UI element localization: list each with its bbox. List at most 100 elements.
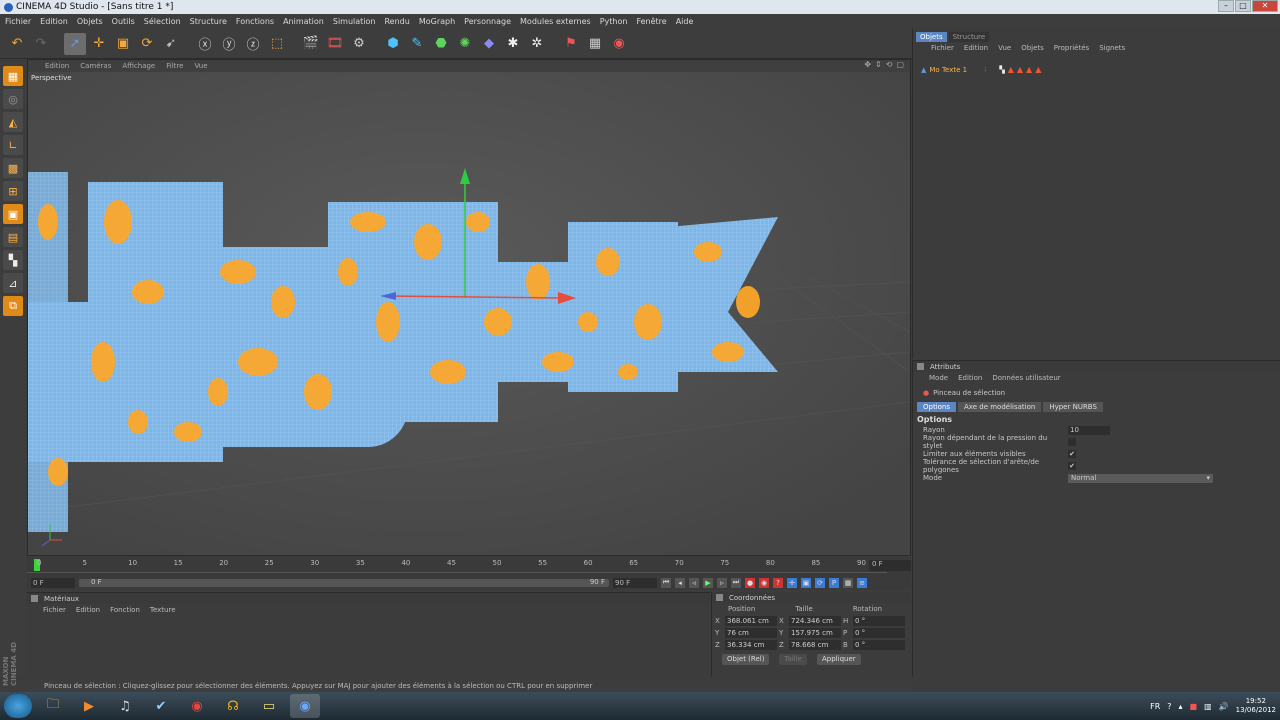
warning-tag-icon[interactable]: ▲ xyxy=(1008,65,1014,74)
workplane-icon[interactable]: ⊿ xyxy=(3,273,23,293)
rotation-b-field[interactable]: 0 ° xyxy=(853,640,905,650)
mode-dropdown[interactable]: Normal ▾ xyxy=(1068,473,1213,483)
object-row-mo-texte[interactable]: ▲ Mo Texte 1 ⁝ ▚ ▲ ▲ ▲ ▲ xyxy=(921,65,1041,74)
visibility-dots-icon[interactable]: ⁝ xyxy=(984,66,986,74)
objects-menu-vue[interactable]: Vue xyxy=(998,44,1011,52)
warning-tag-icon[interactable]: ▲ xyxy=(1035,65,1041,74)
check-app-icon[interactable]: ✔ xyxy=(146,694,176,718)
rotate-icon[interactable]: ⟳ xyxy=(136,33,158,55)
network-icon[interactable]: ▥ xyxy=(1204,702,1212,711)
objects-menu-objets[interactable]: Objets xyxy=(1021,44,1044,52)
viewport-rotate-icon[interactable]: ⟲ xyxy=(886,60,893,69)
menu-aide[interactable]: Aide xyxy=(676,17,694,26)
render-view-icon[interactable]: 🎬 xyxy=(300,33,322,55)
size-y-field[interactable]: 157.975 cm xyxy=(789,628,841,638)
start-button-icon[interactable] xyxy=(4,694,32,718)
viewport-menu-vue[interactable]: Vue xyxy=(194,62,207,70)
tab-hyper-nurbs[interactable]: Hyper NURBS xyxy=(1043,402,1103,412)
menu-rendu[interactable]: Rendu xyxy=(384,17,409,26)
arrow-up-icon[interactable]: ▴ xyxy=(1179,702,1183,711)
subdivision-icon[interactable]: ⬣ xyxy=(430,33,452,55)
y-axis-icon[interactable]: ⓨ xyxy=(218,33,240,55)
attr-menu-donnees[interactable]: Données utilisateur xyxy=(992,374,1060,382)
key-position-icon[interactable]: ✛ xyxy=(787,577,797,588)
menu-selection[interactable]: Sélection xyxy=(144,17,181,26)
polygons-mode-icon[interactable]: ▤ xyxy=(3,227,23,247)
close-button[interactable]: ✕ xyxy=(1252,0,1278,12)
menu-fichier[interactable]: Fichier xyxy=(5,17,31,26)
go-start-icon[interactable]: ⏮ xyxy=(661,577,671,588)
size-mode-dropdown[interactable]: Taille xyxy=(779,654,807,665)
move-icon[interactable]: ✛ xyxy=(88,33,110,55)
cube-icon[interactable]: ⬢ xyxy=(382,33,404,55)
start-frame-field[interactable]: 0 F xyxy=(31,577,75,588)
menu-modules[interactable]: Modules externes xyxy=(520,17,591,26)
menu-outils[interactable]: Outils xyxy=(112,17,135,26)
grid-icon[interactable]: ▦ xyxy=(584,33,606,55)
objects-menu-fichier[interactable]: Fichier xyxy=(931,44,954,52)
headphones-app-icon[interactable]: ☊ xyxy=(218,694,248,718)
tab-objets[interactable]: Objets xyxy=(916,32,947,42)
materials-menu-fonction[interactable]: Fonction xyxy=(110,606,140,614)
menu-fonctions[interactable]: Fonctions xyxy=(236,17,274,26)
scene-icon[interactable]: ✱ xyxy=(502,33,524,55)
undo-icon[interactable]: ↶ xyxy=(6,33,28,55)
prev-key-icon[interactable]: ◂ xyxy=(675,577,685,588)
minimize-button[interactable]: – xyxy=(1218,0,1234,12)
array-icon[interactable]: ✺ xyxy=(454,33,476,55)
scene-canvas[interactable] xyxy=(28,72,910,555)
viewport-move-icon[interactable]: ✥ xyxy=(864,60,871,69)
language-indicator[interactable]: FR xyxy=(1150,702,1160,711)
go-end-icon[interactable]: ⏭ xyxy=(731,577,741,588)
viewport-menu-edition[interactable]: Edition xyxy=(45,62,69,70)
size-z-field[interactable]: 78.668 cm xyxy=(789,640,841,650)
light-icon[interactable]: ◉ xyxy=(608,33,630,55)
menu-python[interactable]: Python xyxy=(600,17,628,26)
objects-menu-edition[interactable]: Edition xyxy=(964,44,988,52)
object-axis-icon[interactable]: ∟ xyxy=(3,135,23,155)
model-mode-icon[interactable]: ◭ xyxy=(3,112,23,132)
autokey-icon[interactable]: ◉ xyxy=(759,577,769,588)
redo-icon[interactable]: ↷ xyxy=(30,33,52,55)
snap-icon[interactable]: ⧉ xyxy=(3,296,23,316)
texture-axis-icon[interactable]: ▩ xyxy=(3,158,23,178)
play-icon[interactable]: ▶ xyxy=(703,577,713,588)
keyframe-selection-icon[interactable]: ? xyxy=(773,577,783,588)
camera-icon[interactable]: ⚑ xyxy=(560,33,582,55)
position-x-field[interactable]: 368.061 cm xyxy=(725,616,777,626)
attr-menu-edition[interactable]: Edition xyxy=(958,374,982,382)
viewport-maximize-icon[interactable]: ▢ xyxy=(896,60,904,69)
current-frame-field[interactable]: 0 F xyxy=(869,560,911,571)
coord-mode-dropdown[interactable]: Objet (Rel) xyxy=(722,654,770,665)
objects-menu-signets[interactable]: Signets xyxy=(1099,44,1125,52)
cinema4d-taskbar-icon[interactable]: ◉ xyxy=(290,694,320,718)
tab-structure[interactable]: Structure xyxy=(948,32,990,42)
checker-tag-icon[interactable]: ▚ xyxy=(999,66,1004,74)
tab-options[interactable]: Options xyxy=(917,402,957,412)
chrome-icon[interactable]: ◉ xyxy=(182,694,212,718)
object-name[interactable]: Mo Texte 1 xyxy=(929,66,967,74)
rotation-p-field[interactable]: 0 ° xyxy=(853,628,905,638)
warning-tag-icon[interactable]: ▲ xyxy=(1026,65,1032,74)
rayon-field[interactable]: 10 xyxy=(1068,425,1110,435)
record-icon[interactable]: ● xyxy=(745,577,755,588)
maximize-button[interactable]: □ xyxy=(1235,0,1251,12)
key-param-icon[interactable]: P xyxy=(829,577,839,588)
materials-menu-edition[interactable]: Edition xyxy=(76,606,100,614)
objects-menu-proprietes[interactable]: Propriétés xyxy=(1054,44,1089,52)
menu-structure[interactable]: Structure xyxy=(190,17,227,26)
select-arrow-icon[interactable]: ➚ xyxy=(64,32,86,55)
viewport-menu-affichage[interactable]: Affichage xyxy=(122,62,155,70)
deformer-icon[interactable]: ◆ xyxy=(478,33,500,55)
clock[interactable]: 19:52 13/06/2012 xyxy=(1236,697,1276,715)
viewport-menu-filtre[interactable]: Filtre xyxy=(166,62,183,70)
warning-tag-icon[interactable]: ▲ xyxy=(1017,65,1023,74)
coordinate-system-icon[interactable]: ⬚ xyxy=(266,33,288,55)
render-picture-viewer-icon[interactable]: 🎞 xyxy=(324,33,346,55)
viewport-zoom-icon[interactable]: ⇕ xyxy=(875,60,882,69)
texture-mode-icon[interactable]: ◎ xyxy=(3,89,23,109)
z-axis-icon[interactable]: ⓩ xyxy=(242,33,264,55)
viewport-perspective[interactable]: Edition Caméras Affichage Filtre Vue ✥ ⇕… xyxy=(27,59,911,556)
next-frame-icon[interactable]: ▹ xyxy=(717,577,727,588)
menu-mograph[interactable]: MoGraph xyxy=(419,17,455,26)
